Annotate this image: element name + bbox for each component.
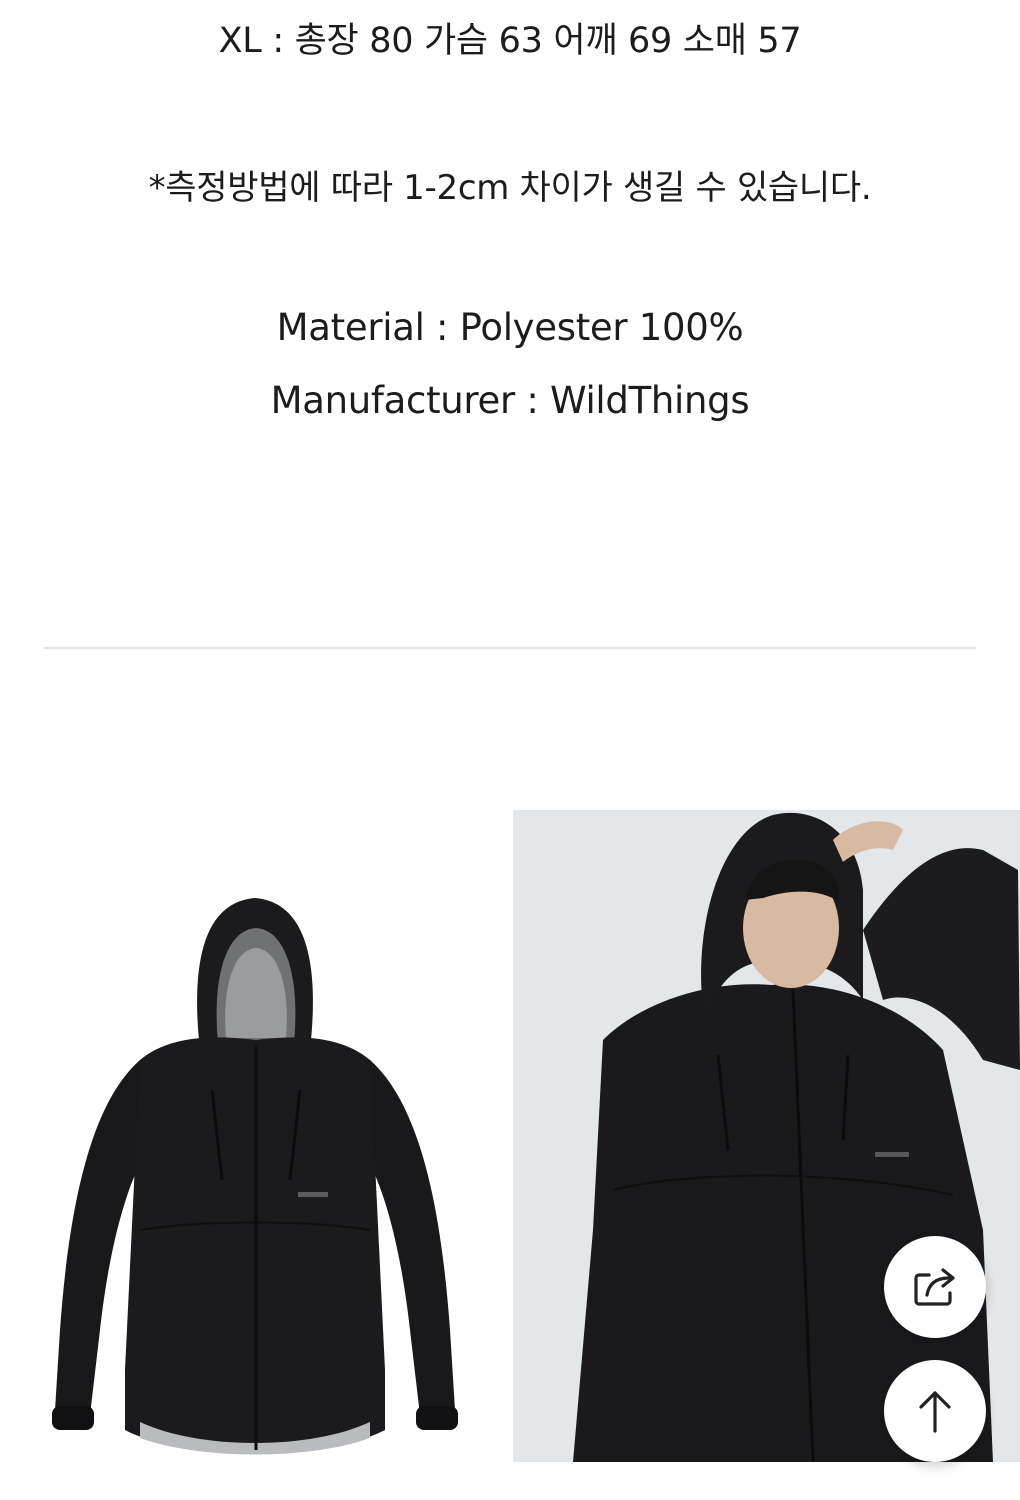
size-spec-xl: XL : 총장 80 가슴 63 어깨 69 소매 57 [218, 21, 802, 61]
scroll-top-button[interactable] [884, 1360, 986, 1462]
product-photo[interactable] [0, 810, 505, 1460]
section-divider [44, 647, 976, 649]
arrow-up-icon [919, 1391, 951, 1433]
measurement-note: *측정방법에 따라 1-2cm 차이가 생길 수 있습니다. [148, 168, 872, 208]
manufacturer-text: Manufacturer : WildThings [270, 379, 750, 422]
share-button[interactable] [884, 1236, 986, 1338]
share-icon [914, 1268, 955, 1306]
material-text: Material : Polyester 100% [276, 306, 744, 349]
